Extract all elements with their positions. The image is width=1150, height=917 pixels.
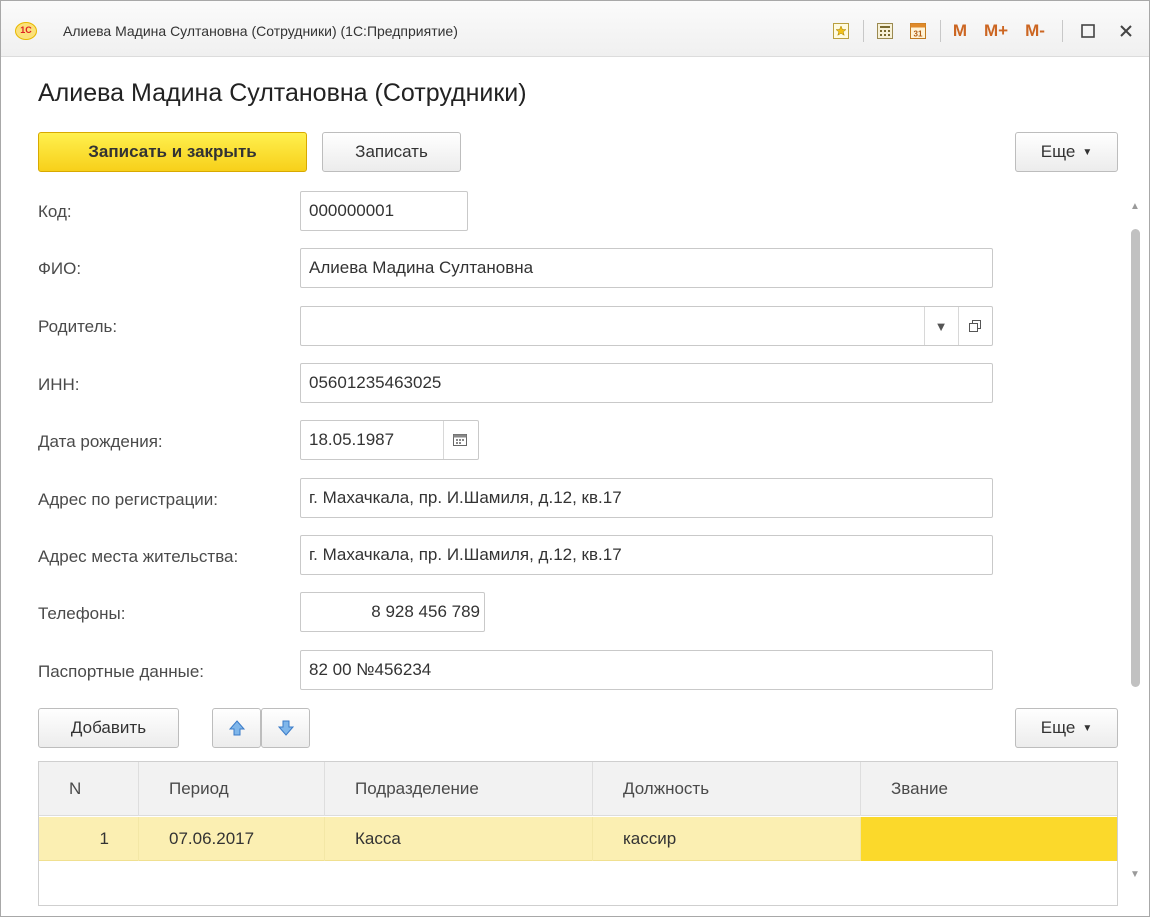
- calendar-picker-icon[interactable]: [443, 421, 476, 459]
- phones-value: 8 928 456 789: [371, 602, 480, 621]
- fio-label: ФИО:: [38, 259, 82, 278]
- phones-label: Телефоны:: [38, 604, 126, 623]
- inn-value: 05601235463025: [309, 373, 442, 392]
- reg-address-value: г. Махачкала, пр. И.Шамиля, д.12, кв.17: [309, 488, 622, 507]
- title-bar: 1С Алиева Мадина Султановна (Сотрудники)…: [1, 1, 1149, 57]
- cell-period[interactable]: 07.06.2017: [139, 817, 325, 861]
- arrow-down-icon[interactable]: [261, 708, 310, 748]
- positions-table[interactable]: N Период Подразделение Должность Звание …: [38, 761, 1118, 906]
- more-button[interactable]: Еще ▼: [1015, 132, 1118, 172]
- cell-n[interactable]: 1: [39, 817, 139, 861]
- app-logo-text: 1С: [20, 25, 32, 35]
- phones-field[interactable]: 8 928 456 789: [300, 592, 485, 632]
- memory-minus-button[interactable]: M-: [1021, 20, 1049, 42]
- birth-date-label: Дата рождения:: [38, 432, 163, 451]
- live-address-field[interactable]: г. Махачкала, пр. И.Шамиля, д.12, кв.17: [300, 535, 993, 575]
- toolbar-separator: [863, 20, 864, 42]
- reg-address-field[interactable]: г. Махачкала, пр. И.Шамиля, д.12, кв.17: [300, 478, 993, 518]
- memory-plus-button[interactable]: M+: [981, 20, 1011, 42]
- save-button[interactable]: Записать: [322, 132, 461, 172]
- calculator-icon[interactable]: [874, 20, 896, 42]
- calendar-icon[interactable]: 31: [907, 20, 929, 42]
- fio-field[interactable]: Алиева Мадина Султановна: [300, 248, 993, 288]
- memory-m-button[interactable]: M: [951, 20, 969, 42]
- cell-rank[interactable]: [861, 817, 1117, 861]
- open-icon[interactable]: [958, 307, 991, 345]
- passport-label: Паспортные данные:: [38, 662, 205, 681]
- code-value: 000000001: [309, 201, 395, 220]
- table-more-label: Еще: [1040, 718, 1076, 737]
- column-header-n[interactable]: N: [39, 762, 139, 816]
- code-label: Код:: [38, 202, 72, 221]
- window-title: Алиева Мадина Султановна (Сотрудники) (1…: [63, 23, 458, 39]
- passport-field[interactable]: 82 00 №456234: [300, 650, 993, 690]
- passport-value: 82 00 №456234: [309, 660, 432, 679]
- chevron-down-icon: ▼: [1082, 146, 1093, 158]
- toolbar-separator: [1062, 20, 1063, 42]
- save-and-close-button[interactable]: Записать и закрыть: [38, 132, 307, 172]
- employee-form-window: 1С Алиева Мадина Султановна (Сотрудники)…: [0, 0, 1150, 917]
- inn-field[interactable]: 05601235463025: [300, 363, 993, 403]
- fio-value: Алиева Мадина Султановна: [309, 258, 534, 277]
- cell-position[interactable]: кассир: [593, 817, 861, 861]
- form-title: Алиева Мадина Султановна (Сотрудники): [38, 79, 527, 107]
- column-header-position[interactable]: Должность: [593, 762, 861, 816]
- live-address-value: г. Махачкала, пр. И.Шамиля, д.12, кв.17: [309, 545, 622, 564]
- parent-label: Родитель:: [38, 317, 118, 336]
- maximize-icon[interactable]: [1077, 20, 1099, 42]
- parent-field[interactable]: ▼: [300, 306, 993, 346]
- table-more-button[interactable]: Еще ▼: [1015, 708, 1118, 748]
- chevron-down-icon: ▼: [1082, 722, 1093, 734]
- dropdown-arrow-icon[interactable]: ▼: [924, 307, 957, 345]
- table-row[interactable]: 1 07.06.2017 Касса кассир: [39, 817, 1117, 861]
- arrow-up-icon[interactable]: [212, 708, 261, 748]
- birth-date-field[interactable]: 18.05.1987: [300, 420, 479, 460]
- add-row-button[interactable]: Добавить: [38, 708, 179, 748]
- scrollbar-thumb[interactable]: [1131, 229, 1140, 687]
- svg-text:31: 31: [914, 30, 923, 39]
- more-button-label: Еще: [1040, 142, 1076, 161]
- star-icon[interactable]: [830, 20, 852, 42]
- scroll-down-arrow-icon[interactable]: ▼: [1130, 869, 1140, 880]
- toolbar-separator: [940, 20, 941, 42]
- birth-date-value: 18.05.1987: [309, 430, 395, 449]
- reg-address-label: Адрес по регистрации:: [38, 490, 219, 509]
- column-header-department[interactable]: Подразделение: [325, 762, 593, 816]
- column-header-rank[interactable]: Звание: [861, 762, 1117, 816]
- code-field[interactable]: 000000001: [300, 191, 468, 231]
- live-address-label: Адрес места жительства:: [38, 547, 239, 566]
- table-header: N Период Подразделение Должность Звание: [39, 762, 1117, 816]
- inn-label: ИНН:: [38, 375, 80, 394]
- app-logo-icon: 1С: [15, 22, 37, 40]
- close-icon[interactable]: [1115, 20, 1137, 42]
- column-header-period[interactable]: Период: [139, 762, 325, 816]
- cell-department[interactable]: Касса: [325, 817, 593, 861]
